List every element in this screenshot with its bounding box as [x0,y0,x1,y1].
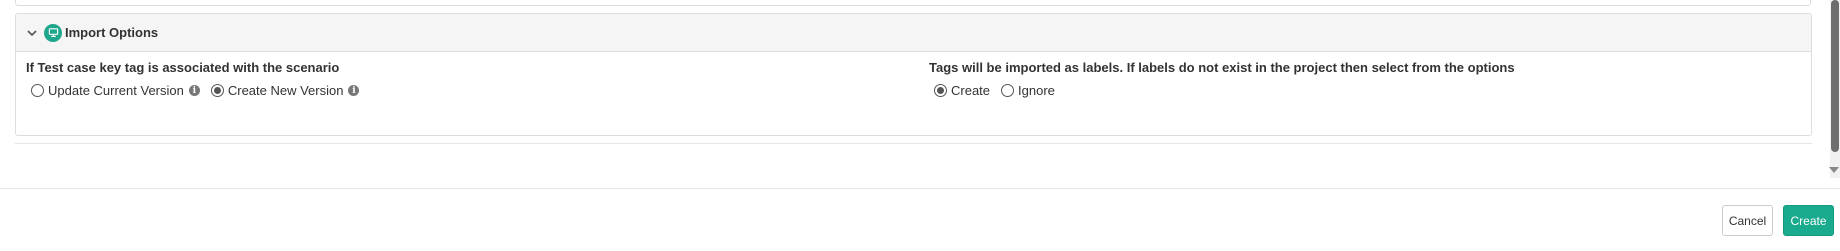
cancel-button[interactable]: Cancel [1722,205,1773,236]
previous-panel-edge [15,0,1811,6]
version-radio-group: Update Current Version i Create New Vers… [26,82,370,99]
tags-ignore-radio[interactable] [1001,84,1015,97]
info-icon[interactable]: i [188,85,200,96]
import-options-icon [44,23,62,42]
tags-radio-group: Create Ignore [929,82,1515,99]
info-icon[interactable]: i [348,85,360,96]
create-new-version-label: Create New Version [227,83,344,98]
chevron-down-icon[interactable] [26,27,38,39]
tags-ignore-label: Ignore [1018,83,1055,98]
test-case-key-group: If Test case key tag is associated with … [26,59,370,99]
footer-divider [0,188,1840,189]
create-new-version-option[interactable]: Create New Version i [210,83,360,98]
tags-create-option[interactable]: Create [934,83,990,98]
create-button[interactable]: Create [1783,205,1834,236]
tags-create-radio[interactable] [934,84,947,97]
import-options-body: If Test case key tag is associated with … [16,52,1811,136]
tags-label: Tags will be imported as labels. If labe… [929,60,1515,75]
import-options-panel: Import Options If Test case key tag is a… [15,13,1812,136]
tags-ignore-option[interactable]: Ignore [1001,83,1055,98]
scrollbar-thumb[interactable] [1831,0,1839,152]
create-new-version-radio[interactable] [210,84,224,97]
import-options-header[interactable]: Import Options [16,14,1811,52]
panel-title: Import Options [65,25,159,40]
update-current-version-option[interactable]: Update Current Version i [31,83,200,98]
section-divider [15,143,1812,144]
update-current-version-label: Update Current Version [48,83,184,98]
scroll-down-arrow-icon[interactable] [1829,167,1839,173]
tags-group: Tags will be imported as labels. If labe… [929,59,1515,99]
test-case-key-label: If Test case key tag is associated with … [26,60,340,75]
update-current-version-radio[interactable] [31,84,44,97]
tags-create-label: Create [951,83,991,98]
